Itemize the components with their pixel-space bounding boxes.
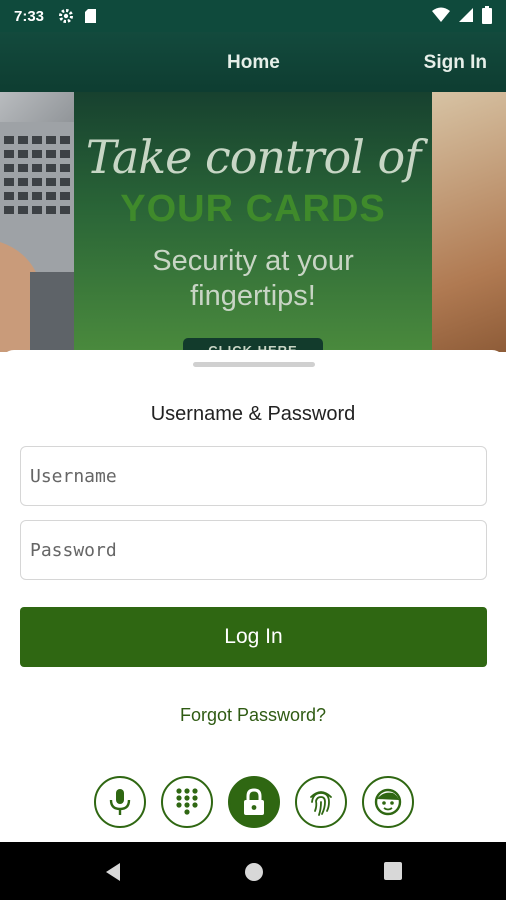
battery-icon xyxy=(482,6,492,24)
wifi-icon xyxy=(432,7,450,22)
back-icon[interactable] xyxy=(104,862,122,882)
desk-photo xyxy=(432,92,506,352)
fingerprint-icon xyxy=(310,791,332,816)
banner-headline: YOUR CARDS xyxy=(120,188,386,230)
laptop-photo xyxy=(0,92,74,352)
signal-icon xyxy=(459,8,473,22)
password-input[interactable] xyxy=(20,520,487,580)
nav-home-link[interactable]: Home xyxy=(227,52,280,74)
sd-card-icon xyxy=(85,9,97,23)
username-input[interactable] xyxy=(20,446,487,506)
home-circle-icon[interactable] xyxy=(244,862,264,882)
recents-icon[interactable] xyxy=(384,862,402,880)
login-method-title: Username & Password xyxy=(150,403,356,425)
microphone-icon xyxy=(109,789,131,815)
gear-icon xyxy=(59,9,74,23)
sheet-drag-handle[interactable] xyxy=(193,362,315,367)
face-icon xyxy=(374,788,402,816)
banner-script-text: Take control of xyxy=(85,130,422,184)
face-auth-button[interactable] xyxy=(362,776,414,828)
login-sheet: Username & Password Log In Forgot Passwo… xyxy=(0,350,506,842)
voice-auth-button[interactable] xyxy=(94,776,146,828)
hero-banner[interactable]: Take control of YOUR CARDS Security at y… xyxy=(0,92,506,352)
banner-tagline: Security at your fingertips! xyxy=(152,245,354,312)
nav-signin-link[interactable]: Sign In xyxy=(424,52,487,74)
password-auth-button[interactable] xyxy=(228,776,280,828)
pin-auth-button[interactable] xyxy=(161,776,213,828)
keypad-icon xyxy=(176,788,198,815)
lock-icon xyxy=(244,788,264,815)
promo-banner: Take control of YOUR CARDS Security at y… xyxy=(74,92,432,352)
status-bar: 7:33 xyxy=(0,0,506,32)
system-nav-bar xyxy=(0,842,506,900)
login-button[interactable]: Log In xyxy=(20,607,487,667)
forgot-password-link[interactable]: Forgot Password? xyxy=(0,705,506,726)
auth-method-selector xyxy=(94,776,414,832)
status-time: 7:33 xyxy=(14,7,45,25)
fingerprint-auth-button[interactable] xyxy=(295,776,347,828)
top-nav: Home Sign In xyxy=(0,32,506,92)
